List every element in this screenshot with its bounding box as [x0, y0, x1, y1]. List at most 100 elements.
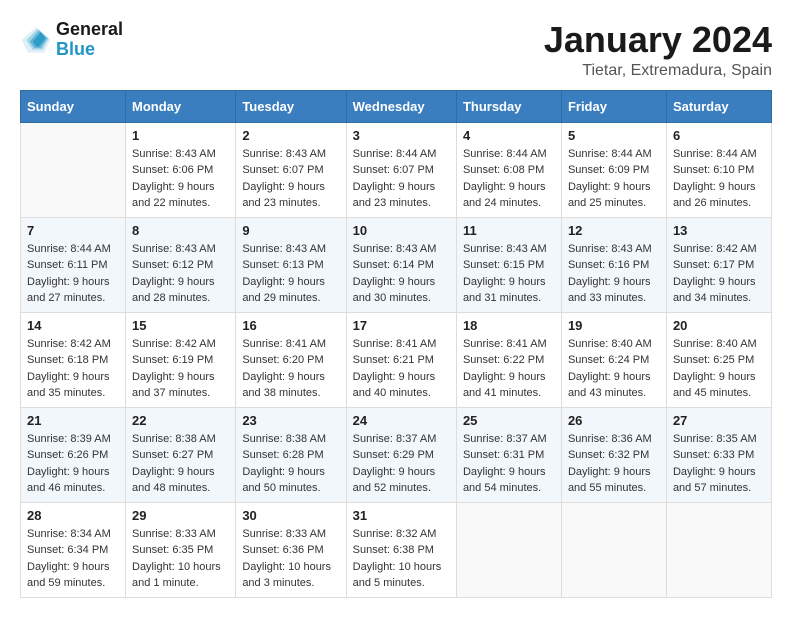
calendar-cell [21, 122, 126, 217]
calendar-cell: 26Sunrise: 8:36 AM Sunset: 6:32 PM Dayli… [561, 407, 666, 502]
calendar-cell: 8 Sunrise: 8:43 AM Sunset: 6:12 PM Daylig… [126, 217, 236, 312]
calendar-cell: 27Sunrise: 8:35 AM Sunset: 6:33 PM Dayli… [666, 407, 771, 502]
day-number: 14 [27, 318, 119, 333]
calendar-cell: 13Sunrise: 8:42 AM Sunset: 6:17 PM Dayli… [666, 217, 771, 312]
calendar-week-2: 7Sunrise: 8:44 AM Sunset: 6:11 PM Daylig… [21, 217, 772, 312]
main-title: January 2024 [544, 20, 772, 60]
day-info: Sunrise: 8:44 AM Sunset: 6:09 PM Dayligh… [568, 146, 660, 212]
calendar-cell: 22 Sunrise: 8:38 AM Sunset: 6:27 PM Dayli… [126, 407, 236, 502]
day-info: Sunrise: 8:37 AM Sunset: 6:31 PM Dayligh… [463, 431, 555, 497]
header-day-monday: Monday [126, 90, 236, 122]
calendar-cell: 20 Sunrise: 8:40 AM Sunset: 6:25 PM Dayli… [666, 312, 771, 407]
calendar-cell: 30 Sunrise: 8:33 AM Sunset: 6:36 PM Dayli… [236, 502, 346, 597]
calendar-week-5: 28 Sunrise: 8:34 AM Sunset: 6:34 PM Dayli… [21, 502, 772, 597]
calendar-week-3: 14 Sunrise: 8:42 AM Sunset: 6:18 PM Dayli… [21, 312, 772, 407]
calendar-cell: 5 Sunrise: 8:44 AM Sunset: 6:09 PM Daylig… [561, 122, 666, 217]
day-info: Sunrise: 8:40 AM Sunset: 6:24 PM Dayligh… [568, 336, 660, 402]
day-number: 15 [132, 318, 229, 333]
day-info: Sunrise: 8:33 AM Sunset: 6:36 PM Dayligh… [242, 526, 339, 592]
day-number: 29 [132, 508, 229, 523]
day-number: 8 [132, 223, 229, 238]
day-info: Sunrise: 8:43 AM Sunset: 6:15 PM Dayligh… [463, 241, 555, 307]
header-day-friday: Friday [561, 90, 666, 122]
calendar-cell: 1 Sunrise: 8:43 AM Sunset: 6:06 PM Daylig… [126, 122, 236, 217]
day-number: 4 [463, 128, 555, 143]
calendar-cell [456, 502, 561, 597]
day-number: 31 [353, 508, 450, 523]
day-info: Sunrise: 8:42 AM Sunset: 6:17 PM Dayligh… [673, 241, 765, 307]
day-info: Sunrise: 8:39 AM Sunset: 6:26 PM Dayligh… [27, 431, 119, 497]
calendar-cell: 14 Sunrise: 8:42 AM Sunset: 6:18 PM Dayli… [21, 312, 126, 407]
calendar-header: SundayMondayTuesdayWednesdayThursdayFrid… [21, 90, 772, 122]
header-day-wednesday: Wednesday [346, 90, 456, 122]
calendar-cell: 15Sunrise: 8:42 AM Sunset: 6:19 PM Dayli… [126, 312, 236, 407]
day-number: 21 [27, 413, 119, 428]
header-day-sunday: Sunday [21, 90, 126, 122]
logo-text: General Blue [56, 20, 123, 60]
day-number: 28 [27, 508, 119, 523]
day-info: Sunrise: 8:32 AM Sunset: 6:38 PM Dayligh… [353, 526, 450, 592]
logo-icon [20, 24, 52, 56]
day-number: 10 [353, 223, 450, 238]
calendar-cell: 3 Sunrise: 8:44 AM Sunset: 6:07 PM Daylig… [346, 122, 456, 217]
day-info: Sunrise: 8:34 AM Sunset: 6:34 PM Dayligh… [27, 526, 119, 592]
day-number: 2 [242, 128, 339, 143]
calendar-week-4: 21 Sunrise: 8:39 AM Sunset: 6:26 PM Dayli… [21, 407, 772, 502]
header-day-tuesday: Tuesday [236, 90, 346, 122]
day-info: Sunrise: 8:42 AM Sunset: 6:18 PM Dayligh… [27, 336, 119, 402]
calendar-cell: 19 Sunrise: 8:40 AM Sunset: 6:24 PM Dayli… [561, 312, 666, 407]
calendar-cell: 11 Sunrise: 8:43 AM Sunset: 6:15 PM Dayli… [456, 217, 561, 312]
day-info: Sunrise: 8:44 AM Sunset: 6:10 PM Dayligh… [673, 146, 765, 212]
day-info: Sunrise: 8:43 AM Sunset: 6:06 PM Dayligh… [132, 146, 229, 212]
calendar-cell: 10Sunrise: 8:43 AM Sunset: 6:14 PM Dayli… [346, 217, 456, 312]
calendar-cell: 9Sunrise: 8:43 AM Sunset: 6:13 PM Daylig… [236, 217, 346, 312]
day-number: 23 [242, 413, 339, 428]
calendar-body: 1 Sunrise: 8:43 AM Sunset: 6:06 PM Daylig… [21, 122, 772, 597]
calendar-cell: 24 Sunrise: 8:37 AM Sunset: 6:29 PM Dayli… [346, 407, 456, 502]
calendar-cell: 28 Sunrise: 8:34 AM Sunset: 6:34 PM Dayli… [21, 502, 126, 597]
page-header: General Blue January 2024 Tietar, Extrem… [20, 20, 772, 80]
calendar-cell: 18Sunrise: 8:41 AM Sunset: 6:22 PM Dayli… [456, 312, 561, 407]
day-number: 16 [242, 318, 339, 333]
day-info: Sunrise: 8:38 AM Sunset: 6:27 PM Dayligh… [132, 431, 229, 497]
calendar-cell: 6Sunrise: 8:44 AM Sunset: 6:10 PM Daylig… [666, 122, 771, 217]
day-info: Sunrise: 8:44 AM Sunset: 6:07 PM Dayligh… [353, 146, 450, 212]
calendar-cell [666, 502, 771, 597]
day-info: Sunrise: 8:38 AM Sunset: 6:28 PM Dayligh… [242, 431, 339, 497]
calendar-cell: 16 Sunrise: 8:41 AM Sunset: 6:20 PM Dayli… [236, 312, 346, 407]
day-number: 22 [132, 413, 229, 428]
day-info: Sunrise: 8:41 AM Sunset: 6:20 PM Dayligh… [242, 336, 339, 402]
day-info: Sunrise: 8:43 AM Sunset: 6:07 PM Dayligh… [242, 146, 339, 212]
day-info: Sunrise: 8:43 AM Sunset: 6:16 PM Dayligh… [568, 241, 660, 307]
calendar-cell: 2 Sunrise: 8:43 AM Sunset: 6:07 PM Daylig… [236, 122, 346, 217]
calendar-cell: 7Sunrise: 8:44 AM Sunset: 6:11 PM Daylig… [21, 217, 126, 312]
day-number: 25 [463, 413, 555, 428]
logo: General Blue [20, 20, 123, 60]
header-day-saturday: Saturday [666, 90, 771, 122]
subtitle: Tietar, Extremadura, Spain [544, 62, 772, 80]
calendar-cell [561, 502, 666, 597]
day-number: 1 [132, 128, 229, 143]
day-info: Sunrise: 8:40 AM Sunset: 6:25 PM Dayligh… [673, 336, 765, 402]
day-number: 20 [673, 318, 765, 333]
day-info: Sunrise: 8:41 AM Sunset: 6:22 PM Dayligh… [463, 336, 555, 402]
day-number: 19 [568, 318, 660, 333]
calendar-cell: 17Sunrise: 8:41 AM Sunset: 6:21 PM Dayli… [346, 312, 456, 407]
day-info: Sunrise: 8:43 AM Sunset: 6:13 PM Dayligh… [242, 241, 339, 307]
day-number: 3 [353, 128, 450, 143]
calendar-cell: 4 Sunrise: 8:44 AM Sunset: 6:08 PM Daylig… [456, 122, 561, 217]
calendar-table: SundayMondayTuesdayWednesdayThursdayFrid… [20, 90, 772, 598]
day-number: 12 [568, 223, 660, 238]
day-info: Sunrise: 8:37 AM Sunset: 6:29 PM Dayligh… [353, 431, 450, 497]
day-info: Sunrise: 8:44 AM Sunset: 6:08 PM Dayligh… [463, 146, 555, 212]
day-number: 17 [353, 318, 450, 333]
day-info: Sunrise: 8:44 AM Sunset: 6:11 PM Dayligh… [27, 241, 119, 307]
day-number: 5 [568, 128, 660, 143]
day-info: Sunrise: 8:43 AM Sunset: 6:12 PM Dayligh… [132, 241, 229, 307]
day-number: 30 [242, 508, 339, 523]
calendar-cell: 31 Sunrise: 8:32 AM Sunset: 6:38 PM Dayli… [346, 502, 456, 597]
day-number: 27 [673, 413, 765, 428]
day-number: 24 [353, 413, 450, 428]
day-number: 11 [463, 223, 555, 238]
day-number: 26 [568, 413, 660, 428]
